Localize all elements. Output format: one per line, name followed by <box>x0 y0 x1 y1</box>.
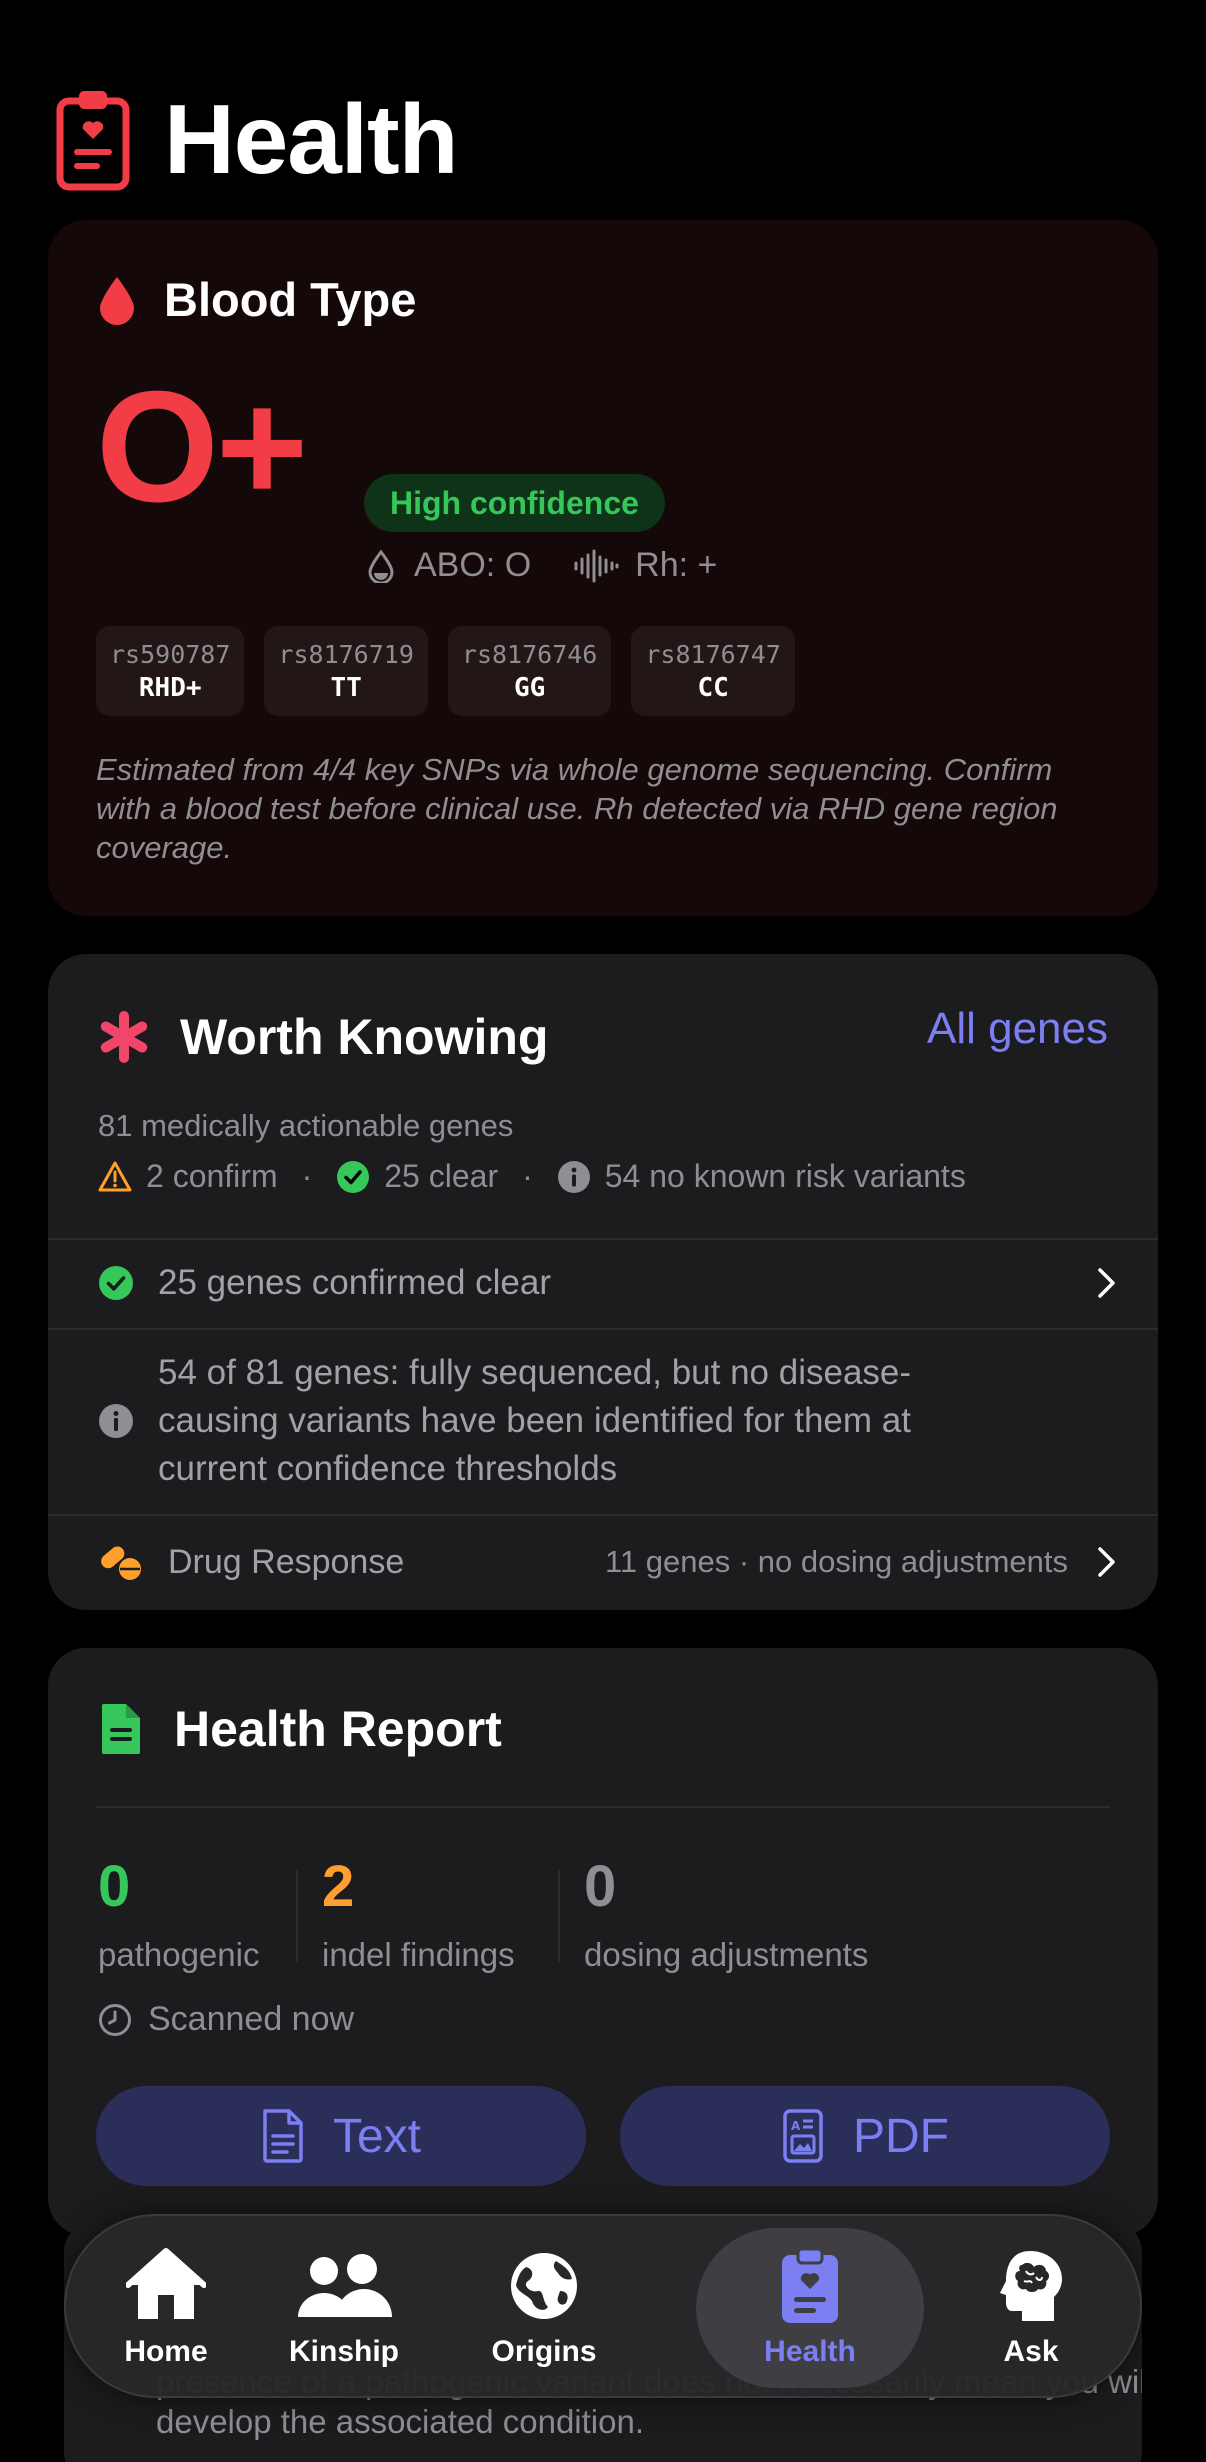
info-circle-icon <box>557 1160 590 1193</box>
chevron-right-icon <box>1098 1268 1115 1298</box>
globe-icon <box>511 2253 577 2319</box>
page-title: Health <box>164 83 459 194</box>
snp-genotype: GG <box>513 672 546 703</box>
tab-origins[interactable]: Origins <box>444 2216 644 2400</box>
tab-bar: Home Kinship Origins Health Ask <box>64 2214 1142 2398</box>
all-genes-link[interactable]: All genes <box>927 1004 1108 1054</box>
text-document-icon <box>263 2109 303 2163</box>
blood-type-value: O+ <box>96 359 308 535</box>
worth-knowing-stats: 2 confirm · 25 clear · 54 no known risk … <box>98 1158 966 1195</box>
divider <box>96 1806 1110 1808</box>
drop-outline-icon <box>368 549 394 583</box>
asterisk-icon <box>100 1011 148 1063</box>
snp-chips: rs590787 RHD+ rs8176719 TT rs8176746 GG … <box>96 626 795 716</box>
snp-id: rs590787 <box>110 639 231 669</box>
stat-indel: 2 indel findings <box>322 1858 515 1974</box>
clipboard-heart-icon <box>782 2247 838 2323</box>
snp-id: rs8176746 <box>461 639 598 669</box>
blood-drop-icon <box>100 276 134 325</box>
tab-ask[interactable]: Ask <box>946 2216 1116 2400</box>
page-header: Health <box>56 83 459 194</box>
scanned-status: Scanned now <box>98 2000 354 2039</box>
blood-type-disclaimer: Estimated from 4/4 key SNPs via whole ge… <box>96 752 1058 865</box>
pdf-document-icon: A <box>783 2109 823 2163</box>
separator-dot: · <box>301 1158 313 1194</box>
health-report-header: Health Report <box>100 1700 502 1758</box>
no-risk-count: 54 no known risk variants <box>604 1158 966 1194</box>
tab-kinship[interactable]: Kinship <box>244 2216 444 2400</box>
tab-label: Origins <box>491 2335 597 2368</box>
stat-separator <box>296 1870 298 1962</box>
drug-response-value: 11 genes · no dosing adjustments <box>604 1544 1068 1579</box>
clock-icon <box>99 2003 131 2036</box>
blood-type-meta: ABO: O Rh: + <box>364 546 717 585</box>
worth-knowing-card: Worth Knowing All genes 81 medically act… <box>48 954 1158 1610</box>
document-icon <box>102 1704 140 1754</box>
worth-knowing-subtitle: 81 medically actionable genes <box>98 1108 514 1143</box>
stat-value: 0 <box>98 1854 131 1919</box>
people-icon <box>298 2254 392 2317</box>
check-circle-icon <box>99 1266 133 1300</box>
scanned-label: Scanned now <box>148 2000 355 2038</box>
info-circle-icon <box>99 1404 133 1438</box>
stat-label: indel findings <box>322 1936 515 1973</box>
health-report-card: Health Report 0 pathogenic 2 indel findi… <box>48 1648 1158 2236</box>
export-pdf-button[interactable]: A PDF <box>620 2086 1110 2186</box>
snp-chip: rs590787 RHD+ <box>96 626 245 716</box>
stat-label: dosing adjustments <box>584 1936 869 1973</box>
genes-clear-row[interactable]: 25 genes confirmed clear <box>98 1238 1118 1328</box>
snp-chip: rs8176747 CC <box>631 626 795 716</box>
health-report-title: Health Report <box>174 1701 502 1757</box>
tab-label: Home <box>124 2335 208 2368</box>
snp-chip: rs8176746 GG <box>447 626 612 716</box>
separator-dot: · <box>522 1158 533 1194</box>
rh-label: Rh: + <box>635 546 718 584</box>
stat-value: 2 <box>322 1854 355 1919</box>
stat-label: pathogenic <box>98 1936 260 1973</box>
stat-value: 0 <box>584 1854 617 1919</box>
worth-knowing-title: Worth Knowing <box>180 1009 549 1065</box>
tab-home[interactable]: Home <box>88 2216 244 2400</box>
stat-dosing: 0 dosing adjustments <box>584 1858 868 1974</box>
no-known-variants-row: 54 of 81 genes: fully sequenced, but no … <box>98 1328 1118 1514</box>
abo-label: ABO: O <box>414 546 532 584</box>
pills-icon <box>101 1546 141 1580</box>
check-circle-icon <box>337 1160 370 1193</box>
snp-genotype: TT <box>330 672 362 703</box>
confidence-badge: High confidence <box>364 474 665 532</box>
export-pdf-label: PDF <box>853 2109 949 2163</box>
house-icon <box>126 2248 206 2319</box>
stat-separator <box>558 1870 560 1962</box>
tab-label: Ask <box>1003 2335 1059 2368</box>
blood-type-header: Blood Type <box>98 272 416 327</box>
tab-label: Kinship <box>289 2335 399 2368</box>
drug-response-row[interactable]: Drug Response 11 genes · no dosing adjus… <box>98 1516 1118 1608</box>
blood-type-title: Blood Type <box>164 273 417 326</box>
genes-clear-label: 25 genes confirmed clear <box>158 1263 551 1302</box>
warning-icon <box>98 1161 132 1191</box>
clear-count: 25 clear <box>384 1158 499 1194</box>
stat-pathogenic: 0 pathogenic <box>98 1858 259 1974</box>
confirm-count: 2 confirm <box>146 1158 278 1194</box>
no-known-variants-text: 54 of 81 genes: fully sequenced, but no … <box>158 1353 912 1488</box>
snp-genotype: CC <box>697 672 729 703</box>
clipboard-heart-icon <box>56 91 130 191</box>
blood-type-card: Blood Type O+ High confidence ABO: O Rh:… <box>48 220 1158 916</box>
snp-id: rs8176719 <box>278 639 414 669</box>
waveform-icon <box>574 549 619 582</box>
export-text-button[interactable]: Text <box>96 2086 586 2186</box>
tab-health[interactable]: Health <box>696 2228 924 2388</box>
tab-label: Health <box>764 2335 856 2368</box>
worth-knowing-header: Worth Knowing <box>98 1008 548 1066</box>
svg-text:A: A <box>791 2119 801 2133</box>
snp-chip: rs8176719 TT <box>264 626 428 716</box>
export-text-label: Text <box>332 2109 422 2163</box>
chevron-right-icon <box>1098 1547 1115 1577</box>
brain-head-icon <box>1000 2251 1062 2321</box>
snp-genotype: RHD+ <box>138 672 202 703</box>
drug-response-label: Drug Response <box>168 1542 405 1581</box>
snp-id: rs8176747 <box>645 639 781 669</box>
